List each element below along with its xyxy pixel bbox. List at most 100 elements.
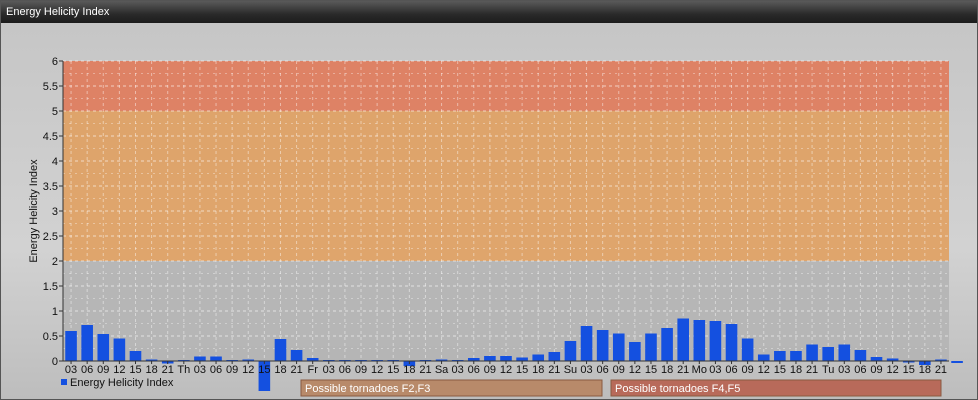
x-tick-label-41: 06 xyxy=(725,364,737,376)
bar-43 xyxy=(757,354,770,361)
x-tick-label-37: 18 xyxy=(661,364,673,376)
x-tick-label-15: Fr xyxy=(307,364,318,376)
x-tick-label-26: 09 xyxy=(484,364,496,376)
x-tick-label-44: 15 xyxy=(774,364,786,376)
bar-35 xyxy=(629,342,641,361)
x-tick-label-19: 12 xyxy=(371,364,383,376)
y-tick-label-2: 1 xyxy=(52,306,58,318)
y-tick-label-6: 3 xyxy=(52,206,58,218)
x-tick-label-50: 09 xyxy=(870,364,882,376)
x-tick-label-38: 21 xyxy=(677,364,689,376)
ehi-chart: 0 0.5 1 1.5 2 2.5 3 3.5 4 4.5 5 5.5 6 03 06 09 12 15 18 21… xyxy=(28,56,963,397)
x-tick-label-23: Sa xyxy=(435,364,449,376)
x-tick-label-49: 06 xyxy=(854,364,866,376)
bar-1 xyxy=(81,325,93,361)
y-tick-label-11: 5.5 xyxy=(43,81,58,93)
y-tick-label-1: 0.5 xyxy=(43,331,58,343)
x-tick-label-13: 18 xyxy=(274,364,286,376)
bar-3 xyxy=(113,338,126,361)
x-tick-label-42: 09 xyxy=(742,364,754,376)
x-tick-label-8: 03 xyxy=(194,364,206,376)
bar-32 xyxy=(580,326,593,361)
bar-30 xyxy=(548,352,561,361)
x-tick-label-7: Th xyxy=(177,364,190,376)
y-tick-label-5: 2.5 xyxy=(43,231,58,243)
x-tick-label-43: 12 xyxy=(758,364,770,376)
x-tick-label-4: 15 xyxy=(129,364,141,376)
bar-13 xyxy=(274,339,287,361)
bar-37 xyxy=(661,328,673,361)
bar-44 xyxy=(774,351,786,361)
y-tick-label-3: 1.5 xyxy=(43,281,58,293)
x-tick-label-33: 06 xyxy=(597,364,609,376)
bar-14 xyxy=(290,350,303,361)
y-tick-label-7: 3.5 xyxy=(43,181,58,193)
x-ticks: 03 06 09 12 15 18 21 Th 03 06 09 12 15 18 21 Fr 03 06 09 12… xyxy=(65,361,947,376)
x-tick-label-35: 12 xyxy=(629,364,641,376)
x-tick-label-1: 06 xyxy=(81,364,93,376)
tornado-f4f5-band: Possible tornadoes F4,F5 xyxy=(610,379,942,397)
y-tick-label-9: 4.5 xyxy=(43,131,58,143)
bar-50 xyxy=(870,357,883,361)
x-tick-label-6: 21 xyxy=(162,364,174,376)
bar-45 xyxy=(790,351,802,361)
x-tick-label-25: 06 xyxy=(468,364,480,376)
y-tick-label-8: 4 xyxy=(52,156,58,168)
legend: Energy Helicity Index xyxy=(61,377,174,389)
tornado-f4f5-label: Possible tornadoes F4,F5 xyxy=(615,383,740,395)
x-tick-label-36: 15 xyxy=(645,364,657,376)
bar-4 xyxy=(129,351,142,361)
x-tick-label-12: 15 xyxy=(258,364,270,376)
x-tick-label-39: Mo xyxy=(692,364,707,376)
bar-29 xyxy=(532,354,545,361)
x-tick-label-9: 06 xyxy=(210,364,222,376)
y-tick-label-10: 5 xyxy=(52,106,58,118)
bar-31 xyxy=(564,341,577,361)
bar-55 xyxy=(951,361,963,363)
bar-47 xyxy=(822,347,834,361)
x-tick-label-22: 21 xyxy=(419,364,431,376)
bar-33 xyxy=(596,330,609,361)
x-tick-label-2: 09 xyxy=(97,364,109,376)
x-tick-label-51: 12 xyxy=(886,364,898,376)
bar-9 xyxy=(210,356,222,361)
x-tick-label-54: 21 xyxy=(935,364,947,376)
bar-26 xyxy=(484,356,496,361)
x-tick-label-21: 18 xyxy=(403,364,415,376)
bar-48 xyxy=(838,344,851,361)
legend-label: Energy Helicity Index xyxy=(70,377,174,389)
x-tick-label-20: 15 xyxy=(387,364,399,376)
x-tick-label-31: Su xyxy=(564,364,577,376)
bar-36 xyxy=(645,333,657,361)
x-tick-label-29: 18 xyxy=(532,364,544,376)
x-tick-label-30: 21 xyxy=(548,364,560,376)
x-tick-label-5: 18 xyxy=(145,364,157,376)
bar-0 xyxy=(65,331,77,361)
bar-49 xyxy=(854,350,867,361)
bar-40 xyxy=(709,321,722,361)
bar-2 xyxy=(97,334,110,361)
x-tick-label-17: 06 xyxy=(339,364,351,376)
bar-39 xyxy=(693,320,706,361)
x-tick-label-10: 09 xyxy=(226,364,238,376)
x-tick-label-0: 03 xyxy=(65,364,77,376)
tornado-f2f3-label: Possible tornadoes F2,F3 xyxy=(305,383,430,395)
y-axis-label: Energy Helicity Index xyxy=(28,159,40,263)
bar-42 xyxy=(741,338,754,361)
x-tick-label-46: 21 xyxy=(806,364,818,376)
bar-28 xyxy=(516,357,528,361)
bar-34 xyxy=(612,333,625,361)
bar-41 xyxy=(725,324,738,361)
x-tick-label-53: 18 xyxy=(919,364,931,376)
x-tick-label-47: Tu xyxy=(822,364,834,376)
x-tick-label-14: 21 xyxy=(290,364,302,376)
x-tick-label-27: 12 xyxy=(500,364,512,376)
plot-area: 0 0.5 1 1.5 2 2.5 3 3.5 4 4.5 5 5.5 6 03 06 09 12 15 18 21… xyxy=(1,23,977,399)
y-tick-label-0: 0 xyxy=(52,356,58,368)
window-titlebar: Energy Helicity Index xyxy=(1,1,977,23)
x-tick-label-52: 15 xyxy=(903,364,915,376)
x-tick-label-24: 03 xyxy=(452,364,464,376)
y-tick-label-4: 2 xyxy=(52,256,58,268)
window-title: Energy Helicity Index xyxy=(6,6,110,18)
x-tick-label-18: 09 xyxy=(355,364,367,376)
